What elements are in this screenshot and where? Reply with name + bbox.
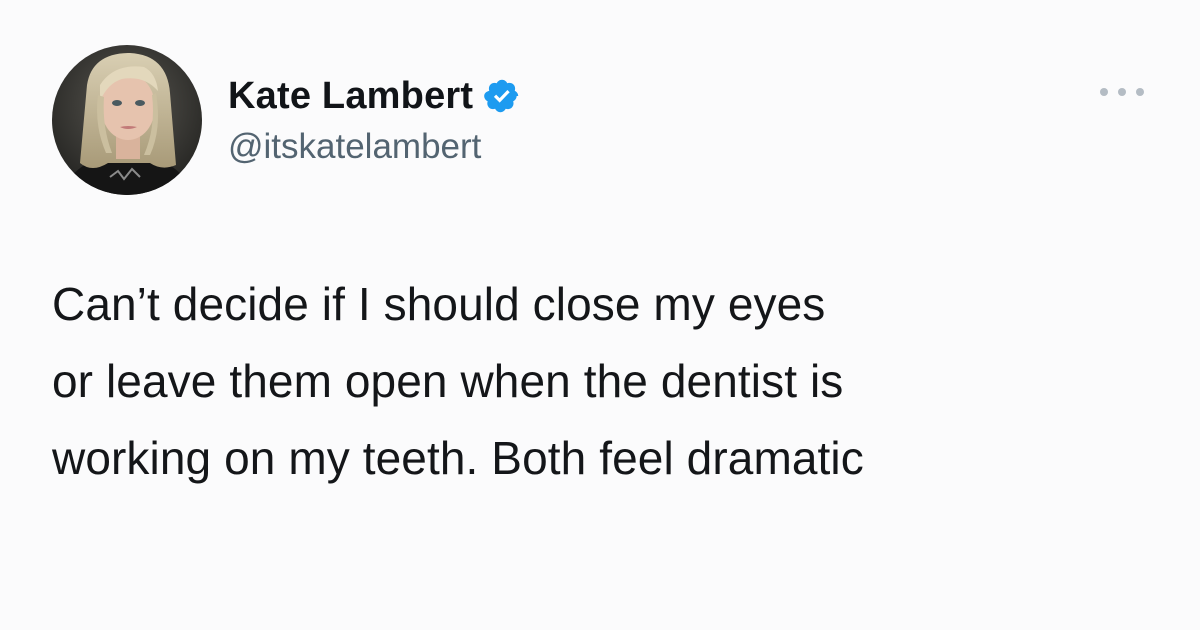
more-dot [1136,88,1144,96]
tweet-text-line: working on my teeth. Both feel dramatic [52,432,864,484]
avatar-photo-icon [52,45,202,195]
tweet-text-line: or leave them open when the dentist is [52,355,844,407]
tweet-card: Kate Lambert @itskatelambert Can’t decid… [0,0,1200,630]
tweet-text: Can’t decide if I should close my eyes o… [52,266,1172,497]
user-handle[interactable]: @itskatelambert [228,124,481,170]
verified-badge-icon [483,77,521,115]
display-name[interactable]: Kate Lambert [228,70,473,122]
author-name-row[interactable]: Kate Lambert [228,70,521,122]
more-dot [1118,88,1126,96]
more-options-icon[interactable] [1100,82,1144,102]
more-dot [1100,88,1108,96]
avatar[interactable] [52,45,202,195]
tweet-text-line: Can’t decide if I should close my eyes [52,278,826,330]
